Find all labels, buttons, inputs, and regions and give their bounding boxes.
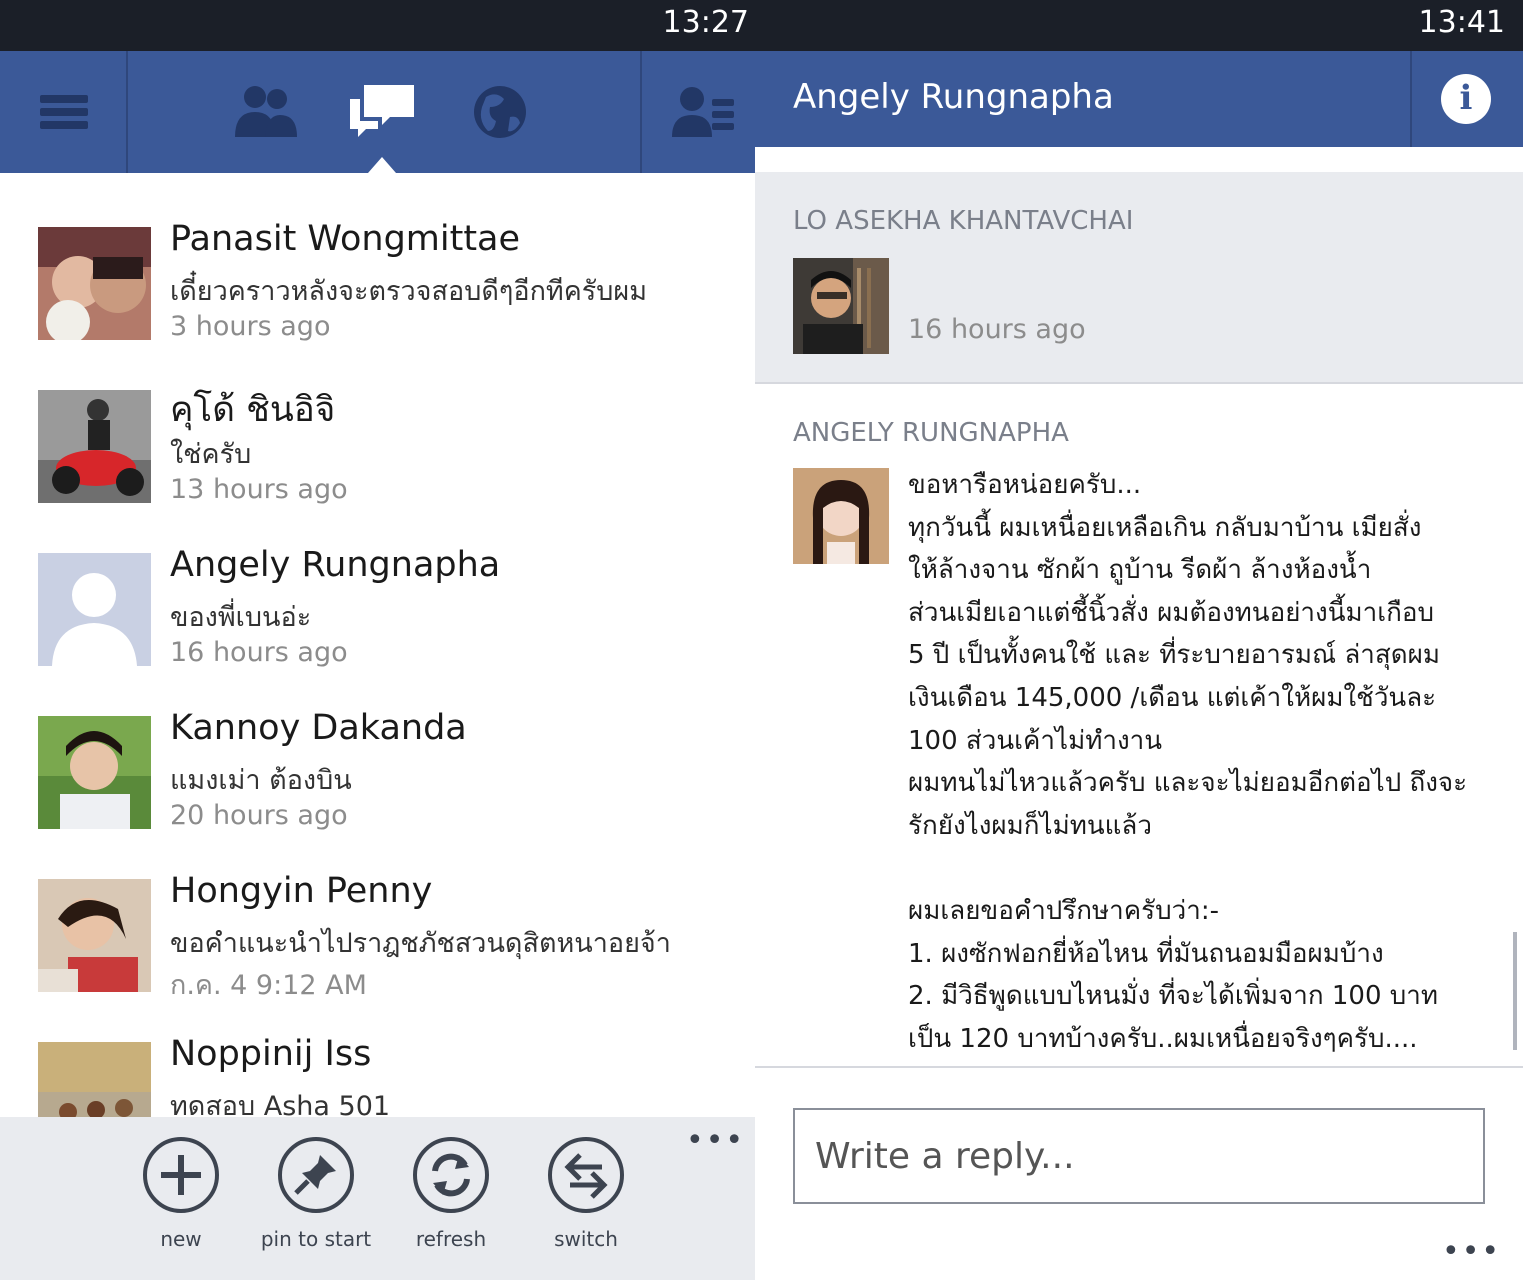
avatar: [793, 468, 889, 564]
avatar: [38, 390, 151, 503]
status-bar: 13:27: [0, 0, 755, 51]
pin-to-start-button[interactable]: pin to start: [256, 1117, 376, 1280]
status-clock: 13:41: [1418, 5, 1505, 40]
conversation-snippet: ใช่ครับ: [170, 439, 252, 470]
conversation-snippet: เดี๋ยวคราวหลังจะตรวจสอบดีๆอีกทีครับผม: [170, 276, 648, 307]
thread-title: Angely Rungnapha: [793, 77, 1114, 117]
conversation-snippet: ขอคำแนะนำไปราฎชภัชสวนดุสิตหนาอยจ้า: [170, 928, 671, 959]
message-item: LO ASEKHA KHANTAVCHAI 16 hours ago: [755, 172, 1523, 384]
reply-area: •••: [755, 1066, 1523, 1280]
info-icon: i: [1459, 78, 1473, 118]
app-bar: new pin to start refresh switch •••: [0, 1117, 755, 1280]
conversation-name: คุโด้ ชินอิจิ: [170, 390, 336, 430]
message-body: ขอหารือหน่อยครับ... ทุกวันนี้ ผมเหนื่อยเ…: [908, 470, 1468, 1054]
messages-icon[interactable]: [342, 77, 422, 147]
top-nav-bar: [0, 51, 755, 173]
online-friends-icon[interactable]: [666, 77, 746, 147]
friend-requests-icon[interactable]: [225, 77, 305, 147]
menu-icon[interactable]: [24, 77, 104, 147]
message-sender: LO ASEKHA KHANTAVCHAI: [793, 206, 1134, 236]
conversation-item[interactable]: Noppinij Iss ทดสอบ Asha 501: [0, 988, 755, 1117]
refresh-button[interactable]: refresh: [391, 1117, 511, 1280]
switch-label: switch: [554, 1227, 618, 1251]
message-item: ANGELY RUNGNAPHA ขอหารือหน่อยครับ... ทุก…: [755, 386, 1523, 1066]
conversation-snippet: ของพี่เบนอ่ะ: [170, 602, 312, 633]
reply-input[interactable]: [793, 1108, 1485, 1204]
avatar: [38, 553, 151, 666]
conversation-name: Noppinij Iss: [170, 1034, 372, 1074]
avatar: [793, 258, 889, 354]
info-button[interactable]: i: [1441, 74, 1491, 124]
notifications-globe-icon[interactable]: [460, 77, 540, 147]
conversation-item[interactable]: Angely Rungnapha ของพี่เบนอ่ะ 16 hours a…: [0, 499, 755, 668]
status-bar: 13:41: [755, 0, 1523, 51]
conversation-item[interactable]: คุโด้ ชินอิจิ ใช่ครับ 13 hours ago: [0, 336, 755, 505]
conversations-pane: 13:27 Panasit Wongmittae เดี๋ยวคราวหลังจ…: [0, 0, 755, 1280]
thread-scrollbar[interactable]: [1513, 932, 1517, 1050]
thread-header: Angely Rungnapha i: [755, 51, 1523, 147]
conversation-item[interactable]: Hongyin Penny ขอคำแนะนำไปราฎชภัชสวนดุสิต…: [0, 825, 755, 1001]
avatar: [38, 227, 151, 340]
more-options-icon[interactable]: •••: [686, 1123, 745, 1158]
conversation-name: Angely Rungnapha: [170, 545, 501, 585]
conversation-name: Kannoy Dakanda: [170, 708, 467, 748]
pin-icon: [278, 1137, 354, 1213]
active-tab-pointer: [368, 157, 396, 173]
switch-button[interactable]: switch: [526, 1117, 646, 1280]
avatar: [38, 716, 151, 829]
new-button[interactable]: new: [121, 1117, 241, 1280]
avatar: [38, 879, 151, 992]
avatar: [38, 1042, 151, 1117]
status-clock: 13:27: [662, 5, 749, 40]
conversation-name: Hongyin Penny: [170, 871, 433, 911]
message-thread-pane: 13:41 Angely Rungnapha i LO ASEKHA KHANT…: [755, 0, 1523, 1280]
conversation-name: Panasit Wongmittae: [170, 219, 521, 259]
more-options-icon[interactable]: •••: [1442, 1234, 1501, 1269]
message-sender: ANGELY RUNGNAPHA: [793, 418, 1069, 448]
conversation-item[interactable]: Panasit Wongmittae เดี๋ยวคราวหลังจะตรวจส…: [0, 173, 755, 342]
refresh-icon: [413, 1137, 489, 1213]
conversation-item[interactable]: Kannoy Dakanda แมงเม่า ต้องบิน 20 hours …: [0, 662, 755, 831]
plus-icon: [143, 1137, 219, 1213]
switch-icon: [548, 1137, 624, 1213]
message-time: 16 hours ago: [908, 314, 1086, 345]
conversation-snippet: แมงเม่า ต้องบิน: [170, 765, 352, 796]
conversation-list: Panasit Wongmittae เดี๋ยวคราวหลังจะตรวจส…: [0, 173, 755, 1117]
conversation-snippet: ทดสอบ Asha 501: [170, 1091, 391, 1117]
